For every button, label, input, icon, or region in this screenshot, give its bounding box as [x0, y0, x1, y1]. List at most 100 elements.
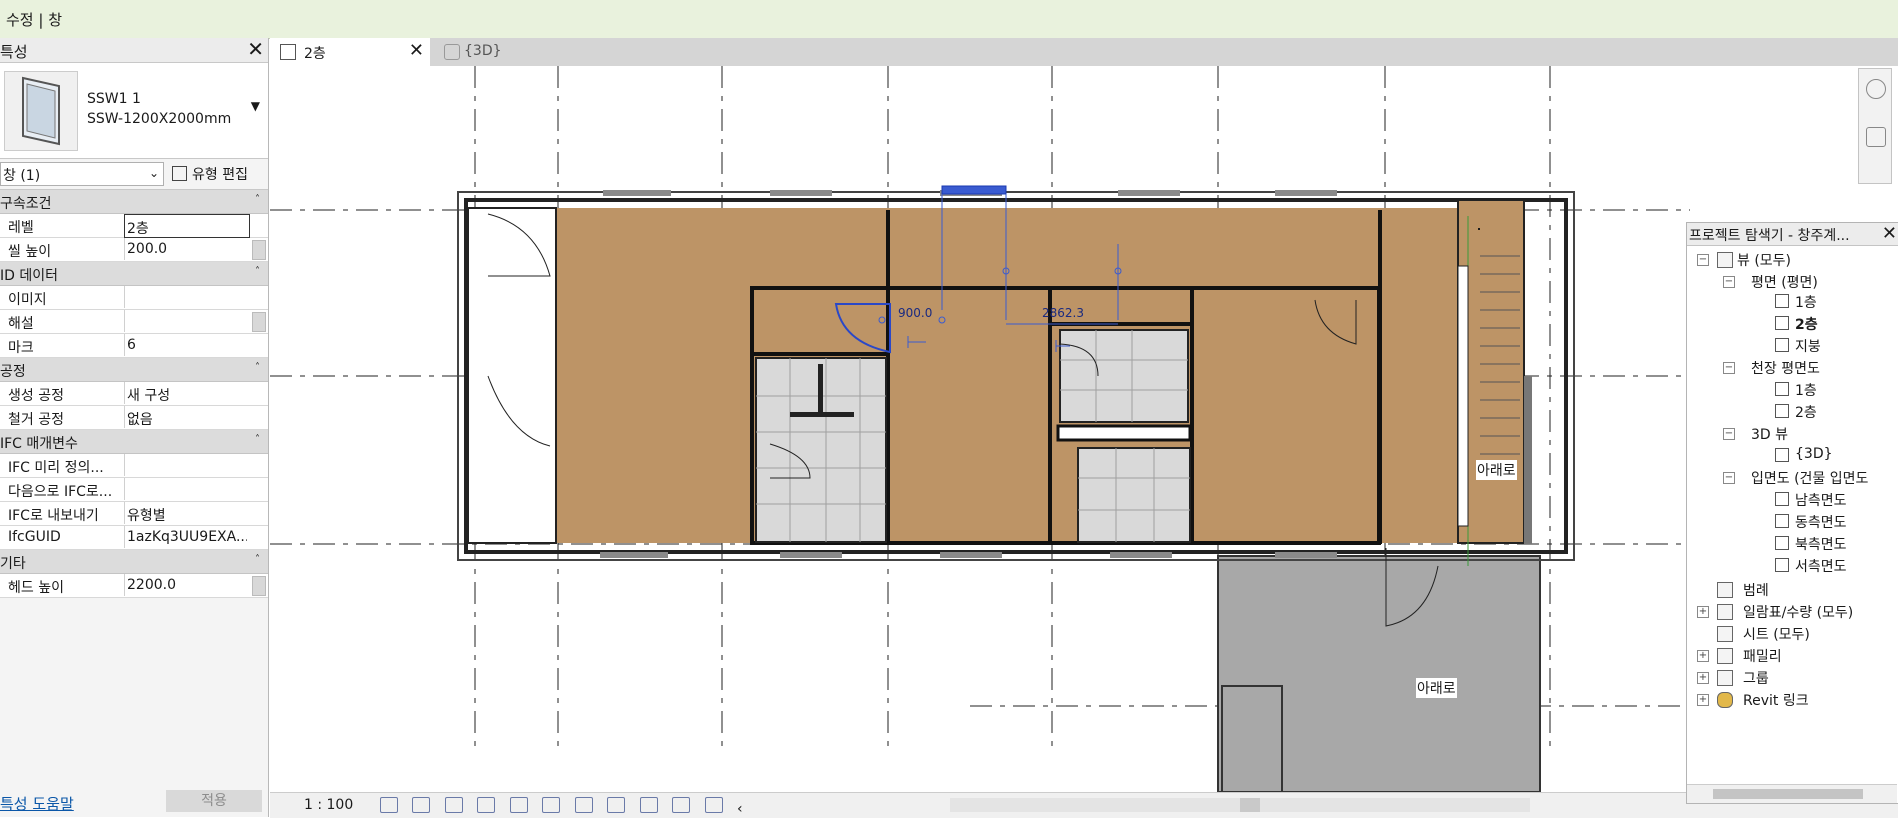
ifc-export-field[interactable]: 유형별 [124, 502, 249, 524]
tree-node-3d-views[interactable]: 3D 뷰 [1751, 424, 1788, 444]
expand-icon[interactable]: + [1697, 672, 1709, 684]
apply-button[interactable]: 적용 [166, 790, 262, 812]
edit-type-button[interactable]: 유형 편집 [168, 162, 264, 184]
type-selector[interactable]: SSW1 1 SSW-1200X2000mm ▼ [0, 63, 268, 159]
tree-node-revit-links[interactable]: Revit 링크 [1743, 690, 1809, 710]
close-icon[interactable]: ✕ [247, 39, 264, 59]
property-value: 유형별 [127, 508, 166, 524]
type-family: SSW1 1 [87, 91, 141, 107]
group-icon [1717, 670, 1733, 686]
row-button[interactable] [252, 576, 266, 596]
window-thumbnail-icon [4, 71, 78, 151]
scroll-thumb[interactable] [1713, 789, 1863, 799]
edit-type-label: 유형 편집 [192, 167, 248, 183]
shadows-icon[interactable] [477, 797, 496, 813]
browser-scrollbar[interactable] [1687, 784, 1897, 803]
tab-3d[interactable]: {3D} [434, 38, 574, 66]
close-icon[interactable]: ✕ [409, 41, 424, 61]
tree-node-el-south[interactable]: 남측면도 [1795, 490, 1847, 510]
row-button[interactable] [252, 240, 266, 260]
head-height-field[interactable]: 2200.0 [124, 574, 249, 596]
tree-node-families[interactable]: 패밀리 [1743, 646, 1782, 666]
tree-node-groups[interactable]: 그룹 [1743, 668, 1769, 688]
show-crop-icon[interactable] [542, 797, 561, 813]
tree-node-ceiling-plans[interactable]: 천장 평면도 [1751, 358, 1820, 378]
expand-icon[interactable]: + [1697, 650, 1709, 662]
collapse-icon[interactable]: − [1723, 472, 1735, 484]
tree-node-schedules[interactable]: 일람표/수량 (모두) [1743, 602, 1853, 622]
visual-style-icon[interactable] [412, 797, 431, 813]
tree-node-el-west[interactable]: 서측면도 [1795, 556, 1847, 576]
tree-node-elevations[interactable]: 입면도 (건물 입면도 [1751, 468, 1868, 488]
image-field[interactable] [124, 286, 249, 308]
ifc-guid-field[interactable]: 1azKq3UU9EXA... [124, 526, 249, 548]
tree-node-el-north[interactable]: 북측면도 [1795, 534, 1847, 554]
dimension-label[interactable]: 900.0 [898, 306, 932, 320]
detail-level-icon[interactable] [380, 797, 398, 813]
view-control-icons: ‹ [380, 797, 763, 817]
steeringwheel-icon[interactable] [1866, 79, 1886, 99]
phase-demolished-field[interactable]: 없음 [124, 406, 249, 428]
tree-node-sheets[interactable]: 시트 (모두) [1743, 624, 1810, 644]
sun-path-icon[interactable] [444, 797, 463, 813]
properties-help-link[interactable]: 특성 도움말 [0, 793, 74, 814]
instance-filter-select[interactable]: 창 (1) ⌄ [0, 162, 164, 186]
view-tabs: 2층 ✕ {3D} [270, 38, 1898, 66]
zoom-icon[interactable] [1866, 127, 1886, 147]
project-browser: 프로젝트 탐색기 - 창주계... ✕ − 뷰 (모두) − 평면 (평면) 1… [1686, 222, 1898, 804]
highlight-displacement-icon[interactable] [672, 797, 691, 813]
tree-node-el-east[interactable]: 동측면도 [1795, 512, 1847, 532]
row-button[interactable] [252, 312, 266, 332]
properties-grid: 구속조건 ˄ 레벨 2층 씰 높이 200.0 ID 데이터 ˄ 이미지 해설 마크 6 … [0, 190, 268, 598]
link-icon [1717, 692, 1733, 708]
collapse-icon[interactable]: − [1723, 362, 1735, 374]
section-phasing[interactable]: 공정 ˄ [0, 358, 268, 382]
tree-node-floor-plans[interactable]: 평면 (평면) [1751, 272, 1818, 292]
scroll-thumb[interactable] [1240, 798, 1260, 812]
chevron-down-icon[interactable]: ▼ [251, 99, 260, 113]
section-id-data[interactable]: ID 데이터 ˄ [0, 262, 268, 286]
crop-view-icon[interactable] [509, 797, 528, 813]
collapse-icon[interactable]: − [1697, 254, 1709, 266]
analytical-model-icon[interactable] [639, 797, 658, 813]
view-icon [1775, 558, 1789, 572]
collapse-icon[interactable]: − [1723, 428, 1735, 440]
ifc-predefined-field[interactable] [124, 454, 249, 476]
tree-node-legends[interactable]: 범례 [1743, 580, 1769, 600]
property-row: 생성 공정 새 구성 [0, 382, 268, 406]
property-value: 6 [127, 337, 136, 353]
expand-icon[interactable]: + [1697, 606, 1709, 618]
stair-label: 아래로 [1476, 460, 1517, 480]
dimension-label[interactable]: 2862.3 [1042, 306, 1084, 320]
tree-node-cp-2[interactable]: 2층 [1795, 402, 1817, 422]
tree-node-3d[interactable]: {3D} [1795, 446, 1833, 462]
view-icon [1775, 514, 1789, 528]
expand-icon[interactable]: + [1697, 694, 1709, 706]
section-other[interactable]: 기타 ˄ [0, 550, 268, 574]
tree-node-fp-roof[interactable]: 지붕 [1795, 336, 1821, 356]
constraints-icon[interactable] [704, 797, 723, 813]
section-constraints[interactable]: 구속조건 ˄ [0, 190, 268, 214]
level-field[interactable]: 2층 [124, 214, 250, 238]
sill-height-field[interactable]: 200.0 [124, 238, 249, 260]
temporary-hide-icon[interactable] [574, 797, 593, 813]
comments-field[interactable] [124, 310, 249, 332]
horizontal-scrollbar[interactable] [950, 798, 1530, 812]
tree-node-cp-1[interactable]: 1층 [1795, 380, 1817, 400]
tab-2f-plan[interactable]: 2층 ✕ [270, 38, 430, 66]
mark-field[interactable]: 6 [124, 334, 249, 356]
tree-node-views[interactable]: 뷰 (모두) [1737, 250, 1791, 270]
close-icon[interactable]: ✕ [1882, 224, 1897, 244]
drawing-canvas[interactable]: 900.0 2862.3 아래로 아래로 [270, 66, 1898, 792]
tree-node-fp-2[interactable]: 2층 [1795, 314, 1818, 334]
property-row: 씰 높이 200.0 [0, 238, 268, 262]
property-key: IfcGUID [8, 529, 61, 545]
tree-node-fp-1[interactable]: 1층 [1795, 292, 1817, 312]
view-scale[interactable]: 1 : 100 [304, 797, 353, 813]
reveal-hidden-icon[interactable] [607, 797, 626, 813]
section-ifc[interactable]: IFC 매개변수 ˄ [0, 430, 268, 454]
collapse-icon[interactable]: − [1723, 276, 1735, 288]
phase-created-field[interactable]: 새 구성 [124, 382, 249, 404]
chevron-left-icon[interactable]: ‹ [737, 801, 753, 817]
ifc-export-as-field[interactable] [124, 478, 249, 500]
